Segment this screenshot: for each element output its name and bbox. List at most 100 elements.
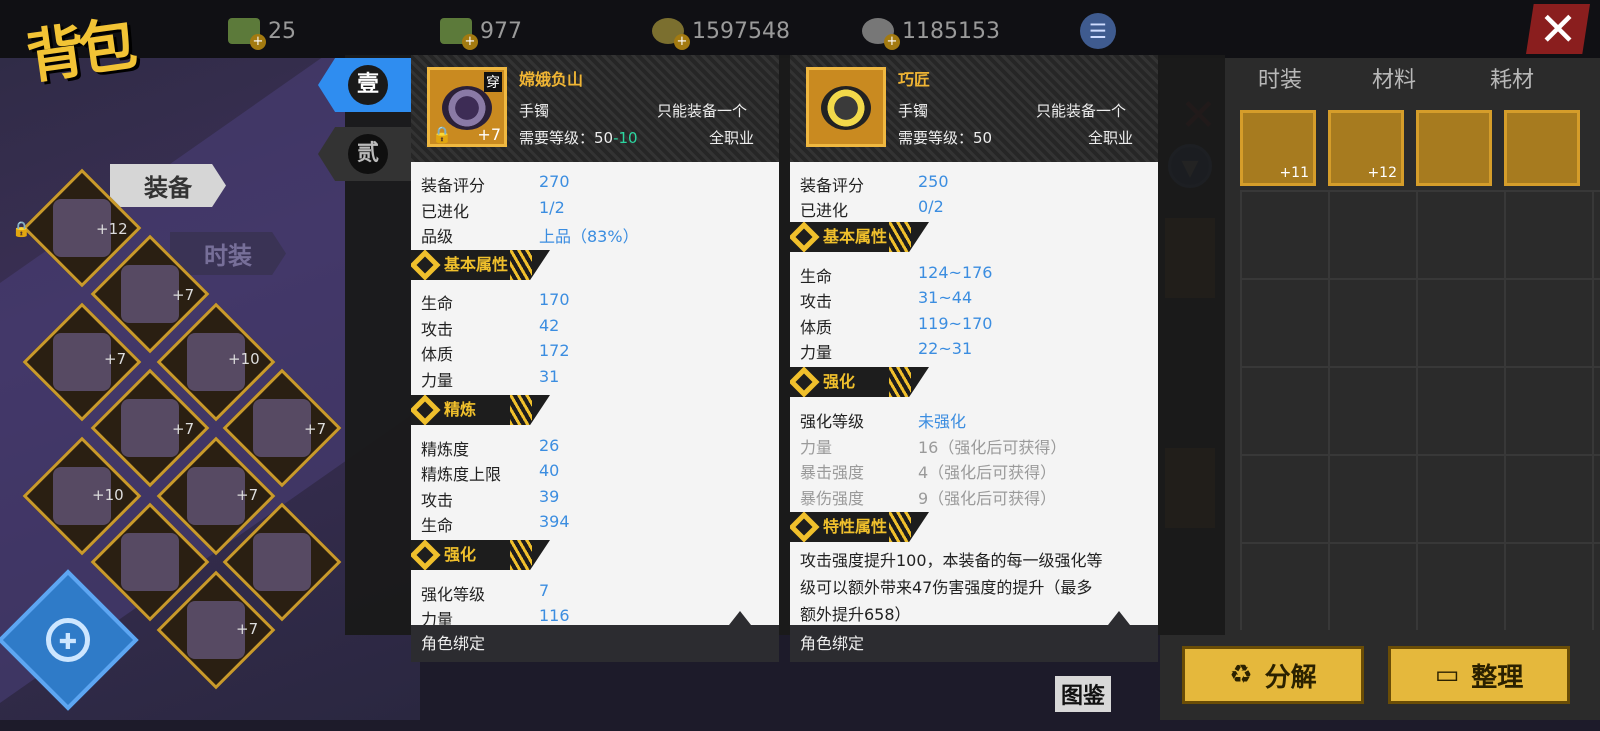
- stat-value: 124~176: [918, 263, 993, 282]
- money-icon: +: [228, 18, 266, 50]
- inventory-slot[interactable]: +12: [1328, 110, 1404, 186]
- plus-icon[interactable]: +: [462, 34, 478, 50]
- stat-label: 体质: [800, 318, 833, 337]
- tab-consumables[interactable]: 耗材: [1490, 62, 1534, 94]
- slot-item: [121, 399, 179, 457]
- level-req-label: 需要等级：50: [519, 129, 614, 147]
- tooltip-equipped: 穿 🔒 +7 嫦娥负山 手镯 只能装备一个 需要等级：50-10 全职业 装备评…: [411, 55, 779, 662]
- bracelet-icon: [442, 86, 492, 130]
- plus-icon[interactable]: +: [250, 34, 266, 50]
- tooltip-header: 巧匠 手镯 只能装备一个 需要等级：50 全职业: [790, 55, 1158, 162]
- compare-tab-2[interactable]: 贰: [318, 127, 413, 181]
- stat-label: 装备评分: [800, 176, 865, 195]
- slot-level: +10: [92, 486, 124, 504]
- gold-coin-icon: +: [652, 18, 690, 50]
- tray-icon: ▭: [1434, 660, 1460, 690]
- tab-fashion[interactable]: 时装: [1258, 62, 1302, 94]
- decompose-button[interactable]: ♻ 分解: [1182, 646, 1364, 704]
- sort-button[interactable]: ▭ 整理: [1388, 646, 1570, 704]
- stat-row: 已进化 1/2: [421, 198, 565, 222]
- item-slot-type: 手镯: [519, 102, 550, 120]
- tab-index-label: 贰: [348, 134, 388, 174]
- decompose-label: 分解: [1264, 662, 1317, 693]
- slot-level: +7: [104, 350, 127, 368]
- section-title: 基本属性: [823, 227, 888, 246]
- stat-value: 未强化: [918, 412, 967, 431]
- class-requirement: 全职业: [709, 129, 755, 147]
- stat-value: 31: [539, 367, 560, 386]
- stat-value: 116: [539, 606, 570, 625]
- top-currency-bar: 背包 + 25 + 977 + 1597548 + 1185153 ☰ ✕: [0, 0, 1600, 92]
- stat-label: 生命: [800, 267, 833, 286]
- section-header-enhance: 强化: [790, 367, 929, 397]
- stat-label: 暴击强度: [800, 463, 865, 482]
- item-icon-bracelet: [806, 67, 886, 147]
- stat-value: 上品（83%）: [539, 227, 639, 246]
- stat-label: 品级: [421, 227, 454, 246]
- level-requirement: 需要等级：50-10: [519, 127, 638, 148]
- slot-level: +7: [236, 620, 259, 638]
- currency-4[interactable]: + 1185153: [862, 14, 1000, 50]
- inventory-slot[interactable]: +11: [1240, 110, 1316, 186]
- currency-value: 1185153: [902, 18, 1000, 44]
- close-icon[interactable]: ✕: [1526, 4, 1590, 54]
- money-icon: +: [440, 18, 478, 50]
- currency-3[interactable]: + 1597548: [652, 14, 790, 50]
- stat-label: 力量: [800, 343, 833, 362]
- slot-item: [121, 265, 179, 323]
- stat-value: 26: [539, 436, 560, 455]
- backpack-title: 背包: [22, 10, 135, 92]
- star-icon: [790, 367, 820, 397]
- stat-value: 0/2: [918, 197, 944, 216]
- tooltip-body: 装备评分 250 已进化 0/2 基本属性 生命 124~176 攻击 31~44 体质…: [790, 162, 1158, 625]
- tooltip-header: 穿 🔒 +7 嫦娥负山 手镯 只能装备一个 需要等级：50-10 全职业: [411, 55, 779, 162]
- slot-level: +7: [236, 486, 259, 504]
- stat-row: 装备评分 270: [421, 172, 570, 196]
- codex-button[interactable]: 图鉴: [1055, 676, 1112, 712]
- stat-row-locked: 力量 16（强化后可获得）: [800, 434, 1066, 458]
- plus-icon[interactable]: +: [674, 34, 690, 50]
- stat-value: 250: [918, 172, 949, 191]
- stat-label: 生命: [421, 516, 454, 535]
- section-header-trait: 特性属性: [790, 512, 929, 542]
- menu-icon[interactable]: ☰: [1080, 13, 1116, 49]
- tab-materials[interactable]: 材料: [1372, 62, 1416, 94]
- slot-level: +7: [172, 286, 195, 304]
- stat-label: 力量: [421, 610, 454, 625]
- currency-1[interactable]: + 25: [228, 14, 296, 50]
- section-title: 精炼: [444, 400, 477, 419]
- stat-value: 7: [539, 581, 550, 600]
- item-icon-bracelet: 穿 🔒 +7: [427, 67, 507, 147]
- slot-item: [253, 533, 311, 591]
- slot-level: +12: [96, 220, 128, 238]
- stat-label: 攻击: [800, 292, 833, 311]
- currency-2[interactable]: + 977: [440, 14, 522, 50]
- stat-row: 装备评分 250: [800, 172, 949, 196]
- tooltip-body: 装备评分 270 已进化 1/2 品级 上品（83%） 基本属性 生命 170 攻击 42…: [411, 162, 779, 625]
- inventory-slot[interactable]: [1416, 110, 1492, 186]
- trait-line: 级可以额外带来47伤害强度的提升（最多: [800, 578, 1093, 597]
- stat-row: 精炼度上限 40: [421, 461, 559, 485]
- item-slot-type: 手镯: [898, 102, 929, 120]
- slot-item: [121, 533, 179, 591]
- stat-value: 9（强化后可获得）: [918, 489, 1057, 508]
- stat-label: 已进化: [800, 201, 849, 220]
- stat-value: 1/2: [539, 198, 565, 217]
- trait-line: 额外提升658）: [800, 605, 911, 624]
- silver-coin-icon: +: [862, 18, 900, 50]
- class-requirement: 全职业: [1088, 129, 1134, 147]
- currency-value: 1597548: [692, 18, 790, 44]
- stat-row: 攻击 42: [421, 316, 559, 340]
- stat-row: 力量 31: [421, 367, 559, 391]
- wear-tag: 穿: [484, 72, 502, 92]
- inventory-slot[interactable]: [1504, 110, 1580, 186]
- plus-icon[interactable]: +: [884, 34, 900, 50]
- star-icon: [790, 512, 820, 542]
- stat-label: 攻击: [421, 491, 454, 510]
- slot-item: [53, 333, 111, 391]
- inventory-grid: [1240, 190, 1600, 630]
- slot-level: +10: [228, 350, 260, 368]
- tab-fashion-left[interactable]: 时装: [170, 232, 286, 275]
- compare-tab-1[interactable]: 壹: [318, 58, 413, 112]
- tab-equip[interactable]: 装备: [110, 164, 226, 207]
